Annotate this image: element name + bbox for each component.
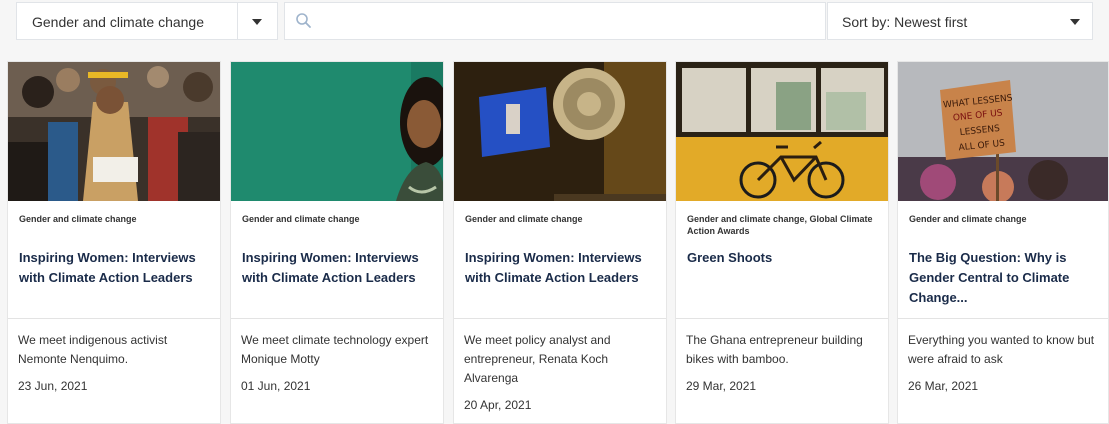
article-description: We meet indigenous activist Nemonte Nenq…	[18, 333, 168, 366]
card-divider	[8, 318, 220, 319]
search-input[interactable]	[319, 9, 813, 35]
sort-select[interactable]: Sort by: Newest first	[827, 2, 1093, 40]
article-date: 23 Jun, 2021	[18, 379, 88, 393]
article-description: We meet policy analyst and entrepreneur,…	[464, 333, 611, 385]
search-icon	[295, 12, 313, 35]
article-date: 29 Mar, 2021	[686, 379, 757, 393]
article-date: 26 Mar, 2021	[908, 379, 979, 393]
article-category: Gender and climate change	[465, 214, 583, 224]
article-title[interactable]: Inspiring Women: Interviews with Climate…	[465, 248, 658, 288]
article-image[interactable]	[676, 62, 888, 201]
article-title[interactable]: Inspiring Women: Interviews with Climate…	[242, 248, 435, 288]
article-date: 20 Apr, 2021	[464, 398, 532, 412]
article-card[interactable]: Gender and climate change Inspiring Wome…	[453, 61, 667, 424]
search-box[interactable]	[284, 2, 826, 40]
article-image[interactable]	[454, 62, 666, 201]
article-description: We meet climate technology expert Moniqu…	[241, 333, 429, 366]
article-category: Gender and climate change, Global Climat…	[687, 214, 873, 236]
topic-filter-value: Gender and climate change	[32, 14, 204, 30]
article-card[interactable]: Gender and climate change, Global Climat…	[675, 61, 889, 424]
card-divider	[676, 318, 888, 319]
card-divider	[898, 318, 1108, 319]
card-divider	[454, 318, 666, 319]
article-category: Gender and climate change	[242, 214, 360, 224]
article-card[interactable]: WHAT LESSENS ONE OF US LESSENS ALL OF US…	[897, 61, 1109, 424]
chevron-down-icon[interactable]	[252, 19, 262, 25]
article-card[interactable]: Gender and climate change Inspiring Wome…	[7, 61, 221, 424]
article-title[interactable]: Inspiring Women: Interviews with Climate…	[19, 248, 212, 288]
article-category: Gender and climate change	[909, 214, 1027, 224]
article-description: Everything you wanted to know but were a…	[908, 333, 1095, 366]
article-category: Gender and climate change	[19, 214, 137, 224]
topic-filter-select[interactable]: Gender and climate change	[16, 2, 278, 40]
article-description: The Ghana entrepreneur building bikes wi…	[686, 333, 863, 366]
article-image[interactable]: WHAT LESSENS ONE OF US LESSENS ALL OF US	[898, 62, 1108, 201]
select-divider	[237, 3, 238, 39]
article-title[interactable]: The Big Question: Why is Gender Central …	[909, 248, 1100, 308]
chevron-down-icon[interactable]	[1070, 19, 1080, 25]
sort-value: Sort by: Newest first	[842, 14, 968, 30]
article-card[interactable]: Gender and climate change Inspiring Wome…	[230, 61, 444, 424]
card-divider	[231, 318, 443, 319]
article-image[interactable]	[231, 62, 443, 201]
filter-bar: Gender and climate change Sort by: Newes…	[0, 0, 1109, 52]
article-image[interactable]	[8, 62, 220, 201]
article-date: 01 Jun, 2021	[241, 379, 311, 393]
article-title[interactable]: Green Shoots	[687, 248, 880, 268]
